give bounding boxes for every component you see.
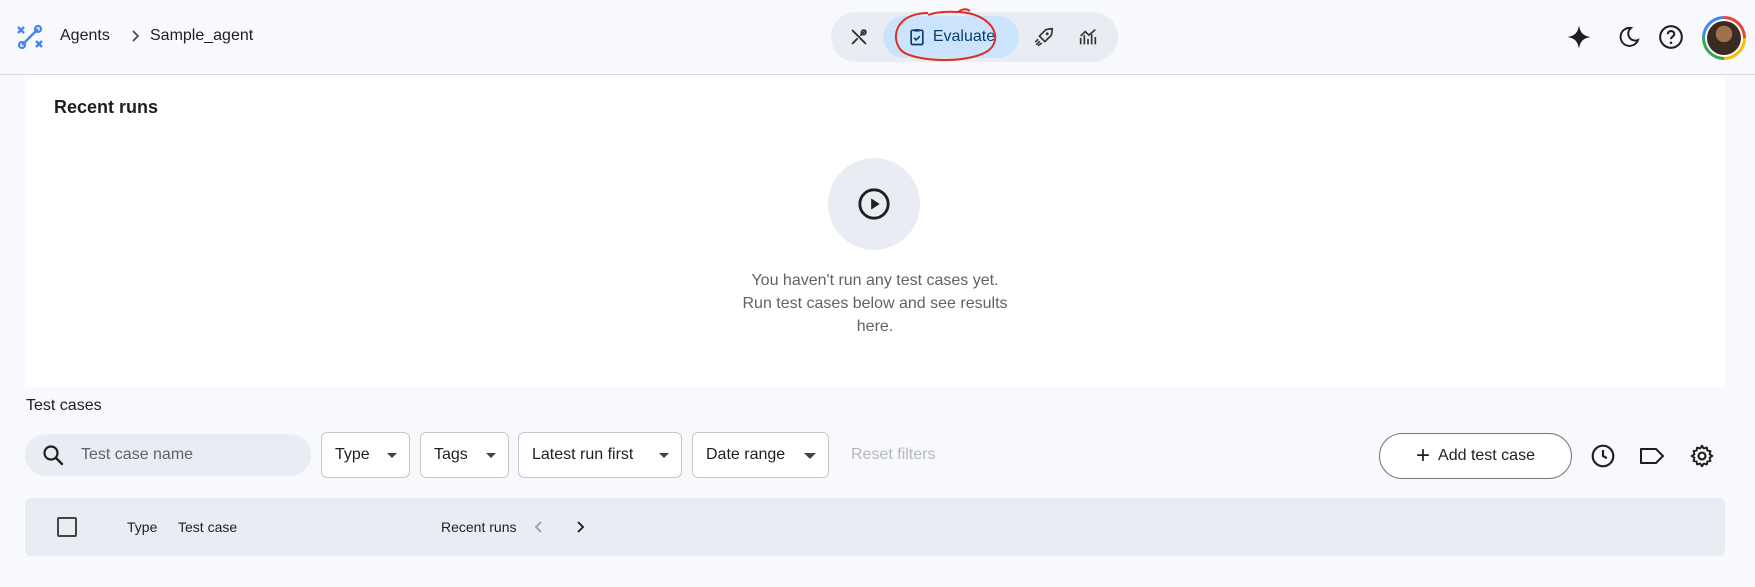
analytics-icon: [1079, 29, 1097, 45]
caret-down-icon: [659, 453, 669, 458]
tags-filter-dropdown[interactable]: Tags: [420, 432, 509, 478]
tab-evaluate[interactable]: Evaluate: [883, 16, 1019, 58]
plus-icon: +: [1416, 442, 1431, 469]
avatar[interactable]: [1702, 16, 1746, 60]
dark-mode-button[interactable]: [1614, 22, 1644, 52]
tags-filter-label: Tags: [434, 446, 468, 463]
search-icon: [43, 445, 64, 466]
empty-state-play-badge: [828, 158, 920, 250]
breadcrumb-agents[interactable]: Agents: [60, 27, 110, 45]
gemini-sparkle-button[interactable]: [1564, 22, 1594, 52]
sort-dropdown[interactable]: Latest run first: [518, 432, 682, 478]
date-range-dropdown[interactable]: Date range: [692, 432, 829, 478]
tools-icon: [851, 29, 867, 45]
help-button[interactable]: [1656, 22, 1686, 52]
type-filter-dropdown[interactable]: Type: [321, 432, 410, 478]
sort-label: Latest run first: [532, 446, 634, 463]
tags-manage-button[interactable]: [1636, 440, 1668, 472]
tab-evaluate-label: Evaluate: [932, 28, 996, 45]
column-header-test-case[interactable]: Test case: [178, 519, 237, 535]
help-icon: [1659, 25, 1683, 49]
empty-state-line-2: Run test cases below and see results: [742, 295, 1008, 312]
chevron-right-icon: [132, 30, 140, 42]
add-test-case-label: Add test case: [1438, 447, 1535, 464]
search-input[interactable]: [81, 434, 301, 476]
caret-down-icon: [486, 453, 496, 458]
date-range-label: Date range: [706, 446, 786, 463]
clipboard-check-icon: [910, 29, 924, 46]
moon-icon: [1619, 26, 1640, 47]
recent-runs-title: Recent runs: [54, 97, 159, 117]
chevron-left-icon: [534, 521, 542, 533]
avatar-ring: [1705, 19, 1743, 57]
avatar-photo: [1707, 21, 1741, 55]
tab-monitor[interactable]: [1067, 16, 1109, 58]
mode-tab-bar: Evaluate: [831, 12, 1118, 62]
select-all-checkbox[interactable]: [57, 517, 77, 537]
test-cases-table-header: Type Test case Recent runs: [25, 498, 1725, 556]
rocket-icon: [1034, 27, 1054, 47]
breadcrumb-sample-agent[interactable]: Sample_agent: [150, 27, 253, 45]
tab-deploy[interactable]: [1023, 16, 1065, 58]
empty-state-message: You haven't run any test cases yet. Run …: [675, 269, 1075, 338]
caret-down-icon: [387, 453, 397, 458]
gear-icon: [1690, 444, 1714, 468]
tab-build[interactable]: [839, 16, 879, 58]
add-test-case-button[interactable]: + Add test case: [1379, 433, 1572, 479]
column-header-type[interactable]: Type: [127, 519, 157, 535]
reset-filters-button[interactable]: Reset filters: [851, 446, 935, 464]
play-circle-icon: [858, 188, 890, 220]
agent-builder-logo-icon[interactable]: [14, 21, 46, 53]
history-button[interactable]: [1587, 440, 1619, 472]
label-icon: [1640, 448, 1664, 464]
recent-runs-next-button[interactable]: [570, 517, 590, 537]
test-cases-title: Test cases: [26, 397, 102, 414]
search-box: [25, 434, 311, 476]
recent-runs-prev-button[interactable]: [529, 517, 549, 537]
sparkle-icon: [1567, 25, 1591, 49]
empty-state-line-1: You haven't run any test cases yet.: [751, 272, 999, 289]
column-header-recent-runs: Recent runs: [441, 519, 517, 535]
recent-runs-card: Recent runs You haven't run any test cas…: [25, 75, 1725, 387]
empty-state-line-3: here.: [856, 318, 894, 335]
app-header: Agents Sample_agent Evaluate: [0, 0, 1755, 75]
type-filter-label: Type: [335, 446, 370, 463]
settings-button[interactable]: [1686, 440, 1718, 472]
chevron-right-icon: [577, 521, 585, 533]
caret-down-icon: [804, 453, 816, 459]
clock-icon: [1591, 444, 1615, 468]
